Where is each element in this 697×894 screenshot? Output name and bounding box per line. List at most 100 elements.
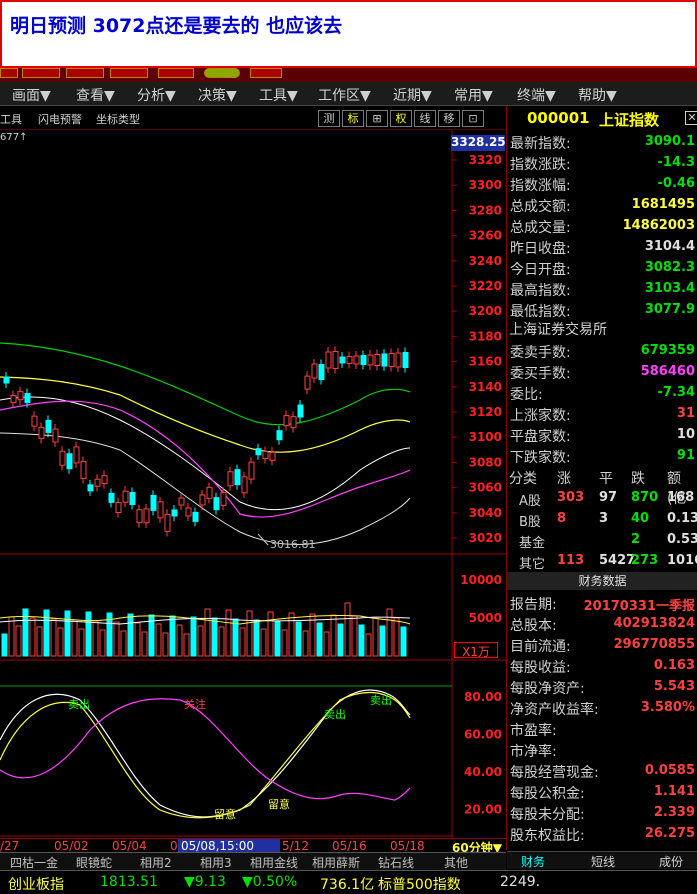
volume-bar: [246, 610, 253, 657]
breadth-cell: 303: [557, 490, 585, 505]
volume-bar: [134, 622, 141, 657]
strip-button[interactable]: [110, 68, 148, 78]
quote-row-value: 3077.9: [644, 302, 695, 317]
menu-view[interactable]: 画面▼: [12, 85, 51, 105]
strip-button[interactable]: [0, 68, 18, 78]
signal-sell: 卖出: [68, 697, 90, 711]
finance-label: 目前流通:: [510, 639, 571, 655]
date-label: 05/18: [390, 839, 425, 853]
tab-box[interactable]: ⊡: [462, 110, 484, 127]
finance-value: 296770855: [613, 637, 695, 652]
strip-button[interactable]: [66, 68, 104, 78]
indicator-tab[interactable]: 其他: [444, 854, 468, 871]
volume-bar: [225, 609, 232, 657]
finance-label: 报告期:: [510, 597, 557, 613]
tab-rights[interactable]: 权: [390, 110, 412, 127]
menu-common[interactable]: 常用▼: [454, 85, 493, 105]
menu-look[interactable]: 查看▼: [76, 85, 115, 105]
osc-axis-label: 80.00: [464, 690, 502, 704]
tools-label[interactable]: 工具: [0, 111, 22, 127]
strip-button[interactable]: [204, 68, 240, 78]
osc-axis-label: 40.00: [464, 765, 502, 779]
candle-body: [129, 492, 136, 506]
finance-value: 402913824: [613, 616, 695, 631]
menu-decision[interactable]: 决策▼: [198, 85, 237, 105]
menu-analysis[interactable]: 分析▼: [137, 85, 176, 105]
tab-measure[interactable]: 测: [318, 110, 340, 127]
volume-bar: [330, 614, 337, 657]
volume-bar: [365, 633, 372, 657]
indicator-tab[interactable]: 钻石线: [378, 854, 414, 871]
volume-bar: [400, 626, 407, 657]
candle-body: [381, 353, 388, 367]
candle-body: [10, 395, 17, 404]
price-axis-label: 3040: [469, 506, 502, 520]
volume-bar: [358, 624, 365, 657]
candle-body: [346, 356, 353, 364]
candle-body: [353, 355, 360, 365]
price-axis-label: 3320: [469, 153, 502, 167]
menu-tools[interactable]: 工具▼: [259, 85, 298, 105]
indicator-tab[interactable]: 眼镜蛇: [76, 854, 112, 871]
lightning-alert-button[interactable]: 闪电预警: [38, 111, 82, 127]
candle-body: [311, 363, 318, 379]
price-axis-label: 3220: [469, 279, 502, 293]
candle-body: [94, 478, 101, 487]
candle-body: [395, 352, 402, 368]
candle-body: [178, 497, 185, 506]
video-title-banner: 明日预测 3072点还是要去的 也应该去: [0, 0, 697, 68]
tab-grid[interactable]: ⊞: [366, 110, 388, 127]
menu-help[interactable]: 帮助▼: [578, 85, 617, 105]
price-chart[interactable]: 3320 3300 3280 3260 3240 3220 3200 3180 3160 3140…: [0, 130, 506, 838]
tab-shortline[interactable]: 短线: [591, 853, 615, 870]
price-axis-label: 3080: [469, 455, 502, 469]
breadth-cell: 0.53: [667, 532, 697, 547]
volume-bar: [323, 631, 330, 657]
indicator-tab[interactable]: 相用金线: [250, 854, 298, 871]
volume-bar: [281, 629, 288, 657]
breadth-cell: A股: [519, 494, 541, 509]
strip-button[interactable]: [250, 68, 282, 78]
volume-bar: [386, 608, 393, 657]
tab-line[interactable]: 线: [414, 110, 436, 127]
signal-watch: 关注: [184, 697, 206, 711]
indicator-tab[interactable]: 相用3: [200, 854, 232, 871]
candle-body: [213, 497, 220, 511]
breadth-cell: 8: [557, 511, 567, 526]
volume-bar: [120, 630, 127, 657]
strip-button[interactable]: [22, 68, 60, 78]
coordinate-type-button[interactable]: 坐标类型: [96, 111, 140, 127]
tab-finance[interactable]: 财务: [521, 853, 545, 870]
order-row-label: 委买手数:: [510, 366, 571, 382]
ticker-name: 创业板指: [8, 877, 64, 893]
menu-recent[interactable]: 近期▼: [393, 85, 432, 105]
finance-value: 2.339: [653, 805, 695, 820]
menu-workspace[interactable]: 工作区▼: [318, 85, 371, 105]
tab-mark[interactable]: 标: [342, 110, 364, 127]
strip-button[interactable]: [158, 68, 194, 78]
ticker-name-2: 标普500指数: [378, 877, 461, 893]
finance-label: 市净率:: [510, 744, 557, 760]
indicator-tab[interactable]: 四枯一金: [10, 854, 58, 871]
indicator-tab[interactable]: 相用薛斯: [312, 854, 360, 871]
candle-body: [143, 508, 150, 524]
tab-move[interactable]: 移: [438, 110, 460, 127]
candle-body: [115, 501, 122, 513]
volume-bar: [379, 625, 386, 657]
volume-bar: [274, 620, 281, 657]
breadth-cell: 273: [631, 553, 659, 568]
finance-value: 0.0585: [644, 763, 695, 778]
volume-bar: [393, 617, 400, 657]
finance-label: 每股收益:: [510, 660, 571, 676]
candle-body: [332, 351, 339, 369]
menu-terminal[interactable]: 终端▼: [517, 85, 556, 105]
breadth-header: 分类: [509, 471, 537, 487]
market-breadth-table: 分类涨平跌额(亿 A股 303 97 870 168 B股 8 3 40 0.13 基金 2 0.53 其它…: [507, 466, 697, 574]
breadth-cell: 其它: [519, 557, 546, 572]
close-icon[interactable]: ✕: [685, 111, 697, 125]
volume-bar: [169, 615, 176, 657]
candle-body: [318, 364, 325, 381]
tab-components[interactable]: 成份: [659, 853, 683, 870]
date-label: 05/04: [112, 839, 147, 853]
indicator-tab[interactable]: 相用2: [140, 854, 172, 871]
